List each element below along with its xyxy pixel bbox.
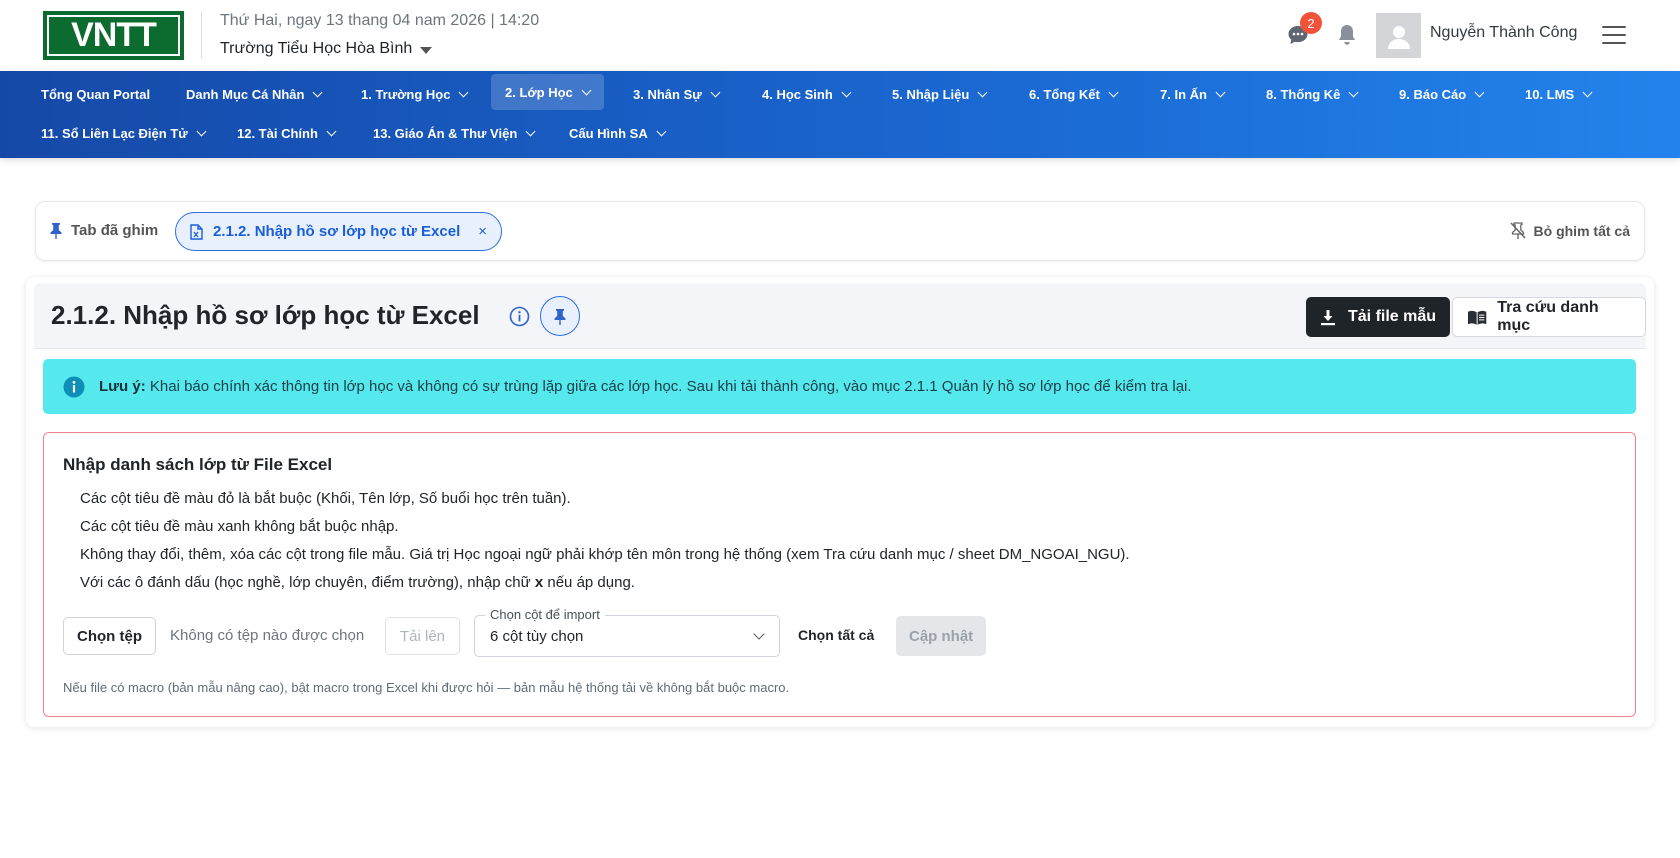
nav-item-nhan-su[interactable]: 3. Nhân Sự <box>619 77 733 111</box>
chevron-down-icon <box>1215 87 1226 97</box>
unpin-icon <box>1509 222 1526 239</box>
chevron-down-icon <box>977 87 988 97</box>
school-selector[interactable]: Trường Tiểu Học Hòa Bình <box>220 40 433 58</box>
chevron-down-icon <box>841 87 852 97</box>
excel-file-icon <box>190 223 203 240</box>
nav-item-tong-ket[interactable]: 6. Tổng Kết <box>1015 77 1131 111</box>
rule-line: Với các ô đánh dấu (học nghề, lớp chuyên… <box>80 574 635 591</box>
macro-footnote: Nếu file có macro (bản mẫu nâng cao), bậ… <box>63 680 790 695</box>
caret-down-icon <box>420 46 433 54</box>
bell-icon[interactable] <box>1334 22 1360 48</box>
chevron-down-icon <box>753 628 765 640</box>
select-legend: Chọn cột để import <box>485 607 605 622</box>
info-icon[interactable] <box>509 306 530 327</box>
card-header: 2.1.2. Nhập hồ sơ lớp học từ Excel Tải f… <box>34 283 1646 349</box>
download-icon <box>1321 309 1335 325</box>
user-name[interactable]: Nguyễn Thành Công <box>1430 24 1577 42</box>
nav-item-thong-ke[interactable]: 8. Thống Kê <box>1252 77 1371 111</box>
import-columns-select[interactable]: Chọn cột để import 6 cột tùy chọn <box>474 607 780 657</box>
nav-item-hoc-sinh[interactable]: 4. Học Sinh <box>748 77 864 111</box>
nav-item-so-lien-lac[interactable]: 11. Sổ Liên Lạc Điện Tử <box>27 116 219 150</box>
nav-item-danh-muc-ca-nhan[interactable]: Danh Mục Cá Nhân <box>172 77 335 111</box>
select-value: 6 cột tùy chọn <box>490 628 584 645</box>
alert-text: Lưu ý: Khai báo chính xác thông tin lớp … <box>99 378 1192 395</box>
chevron-down-icon <box>710 87 721 97</box>
unpin-all-button[interactable]: Bỏ ghim tất cả <box>1509 222 1630 239</box>
import-section: Nhập danh sách lớp từ File Excel Các cột… <box>43 432 1636 717</box>
nav-item-in-an[interactable]: 7. In Ấn <box>1146 77 1238 111</box>
pinned-tab-label: 2.1.2. Nhập hồ sơ lớp học từ Excel <box>213 223 461 240</box>
lookup-catalog-button[interactable]: Tra cứu danh mục <box>1452 297 1646 337</box>
upload-button[interactable]: Tải lên <box>385 617 461 655</box>
page-title: 2.1.2. Nhập hồ sơ lớp học từ Excel <box>51 300 480 330</box>
pin-page-button[interactable] <box>540 296 580 336</box>
pin-icon <box>554 308 566 325</box>
select-all-button[interactable]: Chọn tất cả <box>798 627 874 643</box>
nav-item-bao-cao[interactable]: 9. Báo Cáo <box>1385 77 1497 111</box>
chevron-down-icon <box>459 87 469 97</box>
header-divider <box>201 12 202 58</box>
book-icon <box>1467 310 1487 325</box>
pinned-label: Tab đã ghim <box>50 222 158 239</box>
import-controls: Chọn tệp Không có tệp nào được chọn Tải … <box>63 607 1623 657</box>
chevron-down-icon <box>196 126 207 136</box>
chevron-down-icon <box>313 87 323 97</box>
nav-item-tai-chinh[interactable]: 12. Tài Chính <box>223 116 349 150</box>
nav-item-lms[interactable]: 10. LMS <box>1511 77 1605 111</box>
logo[interactable]: VNTT <box>43 11 184 60</box>
chevron-down-icon <box>1474 87 1485 97</box>
chevron-down-icon <box>1348 87 1359 97</box>
no-file-text: Không có tệp nào được chọn <box>170 627 365 644</box>
chevron-down-icon <box>1582 87 1593 97</box>
rule-line: Không thay đổi, thêm, xóa các cột trong … <box>80 546 1130 563</box>
chat-badge: 2 <box>1300 12 1322 34</box>
hamburger-menu-icon[interactable] <box>1602 24 1626 46</box>
nav-item-tong-quan-portal[interactable]: Tổng Quan Portal <box>27 77 164 111</box>
pinned-tab-chip[interactable]: 2.1.2. Nhập hồ sơ lớp học từ Excel × <box>175 212 503 251</box>
avatar[interactable] <box>1376 13 1421 58</box>
rule-line: Các cột tiêu đề màu đỏ là bắt buộc (Khối… <box>80 490 571 507</box>
info-alert: Lưu ý: Khai báo chính xác thông tin lớp … <box>43 359 1636 414</box>
chevron-down-icon <box>581 85 592 95</box>
import-title: Nhập danh sách lớp từ File Excel <box>63 455 333 474</box>
nav-item-truong-hoc[interactable]: 1. Trường Học <box>347 77 481 111</box>
nav-item-giao-an-thu-vien[interactable]: 13. Giáo Án & Thư Viện <box>359 116 548 150</box>
school-name: Trường Tiểu Học Hòa Bình <box>220 40 413 57</box>
main-card: 2.1.2. Nhập hồ sơ lớp học từ Excel Tải f… <box>26 277 1654 727</box>
nav-item-lop-hoc[interactable]: 2. Lớp Học <box>491 74 604 110</box>
update-button[interactable]: Cập nhật <box>896 616 987 656</box>
close-icon[interactable]: × <box>478 223 487 240</box>
top-header: VNTT Thứ Hai, ngay 13 thang 04 nam 2026 … <box>0 0 1680 71</box>
datetime-text: Thứ Hai, ngay 13 thang 04 nam 2026 | 14:… <box>220 12 540 29</box>
info-icon <box>63 376 85 397</box>
nav-item-cau-hinh-sa[interactable]: Cấu Hình SA <box>555 116 679 150</box>
pinned-tabs-bar: Tab đã ghim 2.1.2. Nhập hồ sơ lớp học từ… <box>35 201 1645 261</box>
download-template-button[interactable]: Tải file mẫu <box>1306 297 1451 337</box>
choose-file-button[interactable]: Chọn tệp <box>63 617 156 655</box>
chevron-down-icon <box>326 126 337 136</box>
nav-item-nhap-lieu[interactable]: 5. Nhập Liệu <box>878 77 1000 111</box>
chevron-down-icon <box>525 126 536 136</box>
logo-text: VNTT <box>47 15 180 56</box>
chevron-down-icon <box>1108 87 1119 97</box>
pin-icon <box>50 223 62 239</box>
main-nav: Tổng Quan Portal Danh Mục Cá Nhân 1. Trư… <box>0 71 1680 158</box>
rule-line: Các cột tiêu đề màu xanh không bắt buộc … <box>80 518 399 535</box>
chevron-down-icon <box>656 126 667 136</box>
